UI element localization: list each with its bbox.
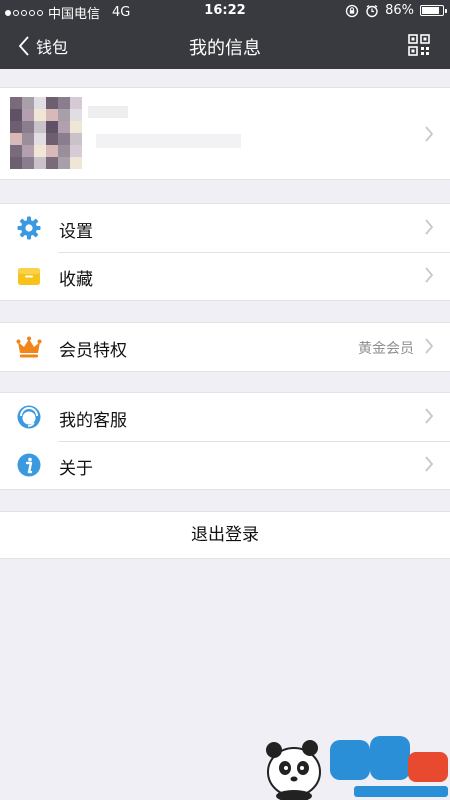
about-label: 关于	[59, 459, 93, 479]
logout-button[interactable]: 退出登录	[0, 511, 450, 559]
chevron-right-icon	[425, 338, 434, 354]
chevron-right-icon	[425, 456, 434, 472]
membership-level: 黄金会员	[358, 341, 414, 357]
chevron-right-icon	[425, 126, 434, 142]
nav-bar: 钱包 我的信息	[0, 22, 450, 69]
menu-item-settings[interactable]: 设置	[0, 204, 450, 252]
customer-service-icon	[17, 405, 41, 429]
membership-label: 会员特权	[59, 341, 127, 361]
page-title: 我的信息	[189, 38, 261, 59]
battery-percent: 86%	[385, 3, 414, 18]
menu-item-about[interactable]: 关于	[0, 441, 450, 489]
settings-group: 设置 收藏	[0, 203, 450, 301]
status-bar: 中国电信 4G 16:22 86%	[0, 0, 450, 22]
membership-group: 会员特权 黄金会员	[0, 322, 450, 372]
favorites-label: 收藏	[59, 270, 93, 290]
chevron-right-icon	[425, 267, 434, 283]
watermark-logo	[266, 736, 448, 800]
alarm-icon	[366, 4, 378, 17]
chevron-right-icon	[425, 408, 434, 424]
chevron-right-icon	[425, 219, 434, 235]
settings-label: 设置	[59, 222, 93, 242]
profile-card[interactable]	[0, 87, 450, 180]
menu-item-favorites[interactable]: 收藏	[0, 252, 450, 300]
crown-icon	[16, 336, 42, 358]
menu-item-membership[interactable]: 会员特权 黄金会员	[0, 323, 450, 371]
gear-icon	[17, 216, 41, 240]
menu-item-customer-service[interactable]: 我的客服	[0, 393, 450, 441]
favorites-box-icon	[18, 268, 40, 285]
blurred-name	[88, 106, 128, 118]
battery-icon	[420, 5, 447, 16]
rotation-lock-icon	[345, 4, 359, 17]
avatar	[10, 97, 82, 169]
support-group: 我的客服 关于	[0, 392, 450, 490]
info-icon	[17, 453, 41, 477]
qr-code-icon[interactable]	[408, 34, 430, 56]
header: 中国电信 4G 16:22 86% 钱包 我的信息	[0, 0, 450, 69]
blurred-account	[96, 134, 241, 148]
customer-service-label: 我的客服	[59, 411, 127, 431]
